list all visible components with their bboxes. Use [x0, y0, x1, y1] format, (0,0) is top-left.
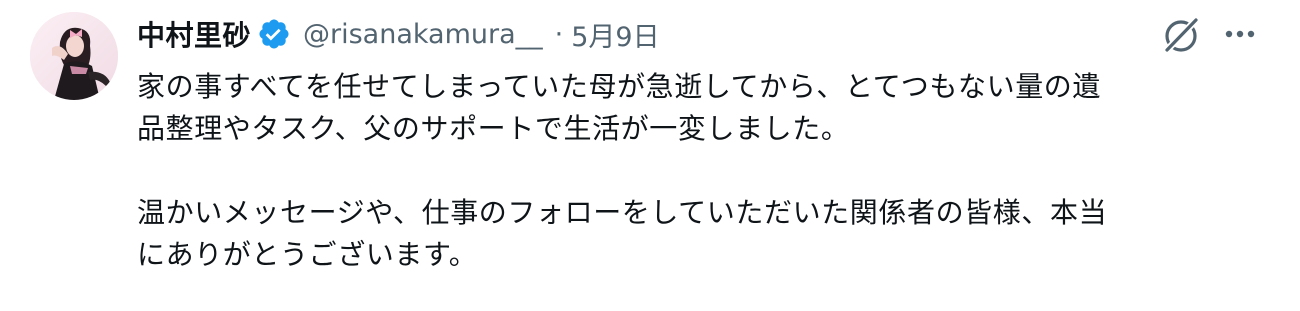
display-name[interactable]: 中村里砂	[137, 14, 251, 54]
separator-dot: ·	[554, 18, 564, 50]
tweet-text-line: 温かいメッセージや、仕事のフォローをしていただいた関係者の皆様、本当	[137, 196, 1108, 229]
tweet-text-line: にありがとうございます。	[137, 238, 478, 271]
tweet-header: 中村里砂 @risanakamura__ · 5月9日	[137, 14, 660, 54]
tweet-date[interactable]: 5月9日	[571, 15, 659, 54]
user-handle[interactable]: @risanakamura__	[303, 19, 543, 50]
avatar-image	[30, 12, 118, 100]
tweet-text-line: 家の事すべてを任せてしまっていた母が急逝してから、とてつもない量の遺	[137, 70, 1102, 103]
avatar[interactable]	[30, 12, 118, 100]
tweet-text-line: 品整理やタスク、父のサポートで生活が一変しました。	[137, 112, 850, 145]
grok-icon[interactable]	[1160, 14, 1202, 56]
verified-badge-icon	[257, 17, 291, 51]
tweet-text: 家の事すべてを任せてしまっていた母が急逝してから、とてつもない量の遺 品整理やタ…	[137, 66, 1277, 276]
more-options-icon[interactable]	[1222, 18, 1258, 50]
tweet: 中村里砂 @risanakamura__ · 5月9日 家の事すべてを任せてしま…	[0, 0, 1300, 311]
